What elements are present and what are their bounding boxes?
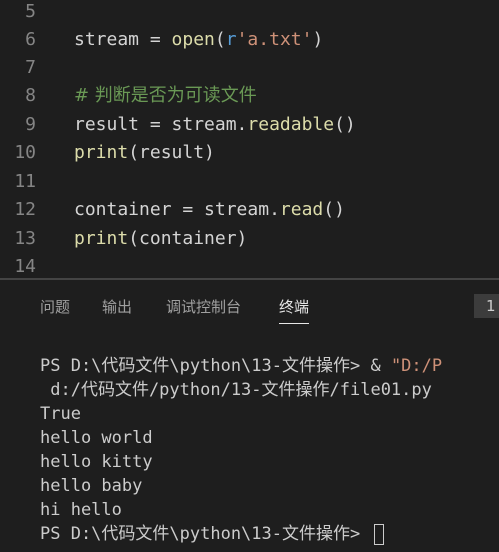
terminal-line: True	[40, 402, 499, 426]
terminal-text: "D:/P	[390, 356, 443, 376]
code-text: stream = open(r'a.txt')	[74, 26, 323, 54]
tab-0[interactable]: 问题	[40, 296, 70, 317]
code-token: r	[225, 29, 237, 50]
terminal-text: hello baby	[40, 476, 143, 496]
terminal-line: hello baby	[40, 474, 499, 498]
code-token: readable	[247, 114, 335, 135]
terminal-cursor	[374, 523, 385, 545]
terminal-text: PS D:\代码文件\python\13-文件操作> &	[40, 356, 391, 376]
code-token: ()	[323, 199, 345, 220]
code-token: (result)	[128, 142, 215, 163]
terminal-line: PS D:\代码文件\python\13-文件操作> & "D:/P	[40, 354, 499, 378]
code-line[interactable]: 14	[0, 253, 499, 280]
terminal-select[interactable]: 1	[474, 294, 499, 318]
tab-3[interactable]: 终端	[279, 296, 310, 324]
terminal-line: PS D:\代码文件\python\13-文件操作>	[40, 522, 499, 546]
line-number: 9	[25, 114, 36, 135]
terminal-line: d:/代码文件/python/13-文件操作/file01.py	[40, 378, 499, 402]
code-token: stream =	[74, 29, 172, 50]
code-line[interactable]: 10 print(result)	[0, 139, 499, 167]
code-token: (container)	[128, 228, 248, 249]
code-token: container = stream.	[74, 199, 280, 220]
code-token: print	[74, 228, 129, 249]
code-line[interactable]: 6 stream = open(r'a.txt')	[0, 26, 499, 54]
tab-1[interactable]: 输出	[102, 296, 132, 317]
code-text: # 判断是否为可读文件	[74, 82, 257, 110]
line-number: 8	[25, 85, 36, 106]
terminal-line: hello world	[40, 426, 499, 450]
terminal-output[interactable]: PS D:\代码文件\python\13-文件操作> & "D:/P d:/代码…	[40, 354, 499, 546]
terminal-text: hello kitty	[40, 452, 153, 472]
code-editor[interactable]: 5 6 stream = open(r'a.txt') 7 8 # 判断是否为可读文件 9 r…	[0, 0, 499, 280]
terminal-text: hello world	[40, 428, 153, 448]
terminal-text: PS D:\代码文件\python\13-文件操作>	[40, 524, 371, 544]
line-number: 13	[14, 228, 36, 249]
code-line[interactable]: 8 # 判断是否为可读文件	[0, 82, 499, 110]
terminal-text: d:/代码文件/python/13-文件操作/file01.py	[40, 380, 432, 400]
code-text: container = stream.read()	[74, 196, 345, 224]
line-number: 14	[14, 256, 36, 277]
terminal-line: hello kitty	[40, 450, 499, 474]
code-token: read	[279, 199, 324, 220]
line-number: 7	[25, 57, 36, 78]
code-line[interactable]: 13 print(container)	[0, 225, 499, 253]
code-line[interactable]: 7	[0, 54, 499, 82]
tab-2[interactable]: 调试控制台	[166, 296, 241, 317]
terminal-text: True	[40, 404, 81, 424]
code-token: ()	[334, 114, 356, 135]
code-token: )	[312, 29, 324, 50]
code-line[interactable]: 11	[0, 168, 499, 196]
line-number: 11	[14, 171, 36, 192]
code-token: # 判断是否为可读文件	[74, 85, 257, 106]
code-text: print(container)	[74, 225, 247, 253]
bottom-panel: 问题 输出 调试控制台 终端 1 PS D:\代码文件\python\13-文件操作>…	[0, 280, 499, 552]
code-text: result = stream.readable()	[74, 111, 356, 139]
code-token: 'a.txt'	[236, 29, 313, 50]
code-line[interactable]: 9 result = stream.readable()	[0, 111, 499, 139]
line-number: 10	[14, 142, 36, 163]
code-token: print	[74, 142, 129, 163]
code-token: open	[171, 29, 215, 50]
code-line[interactable]: 5	[0, 0, 499, 26]
code-text: print(result)	[74, 139, 215, 167]
line-number: 12	[14, 199, 36, 220]
code-token: result = stream.	[74, 114, 248, 135]
terminal-line: hi hello	[40, 498, 499, 522]
terminal-text: hi hello	[40, 500, 122, 520]
panel-tabs: 问题 输出 调试控制台 终端	[0, 280, 499, 330]
line-number: 5	[25, 1, 36, 22]
code-line[interactable]: 12 container = stream.read()	[0, 196, 499, 224]
line-number: 6	[25, 29, 36, 50]
code-token: (	[214, 29, 226, 50]
